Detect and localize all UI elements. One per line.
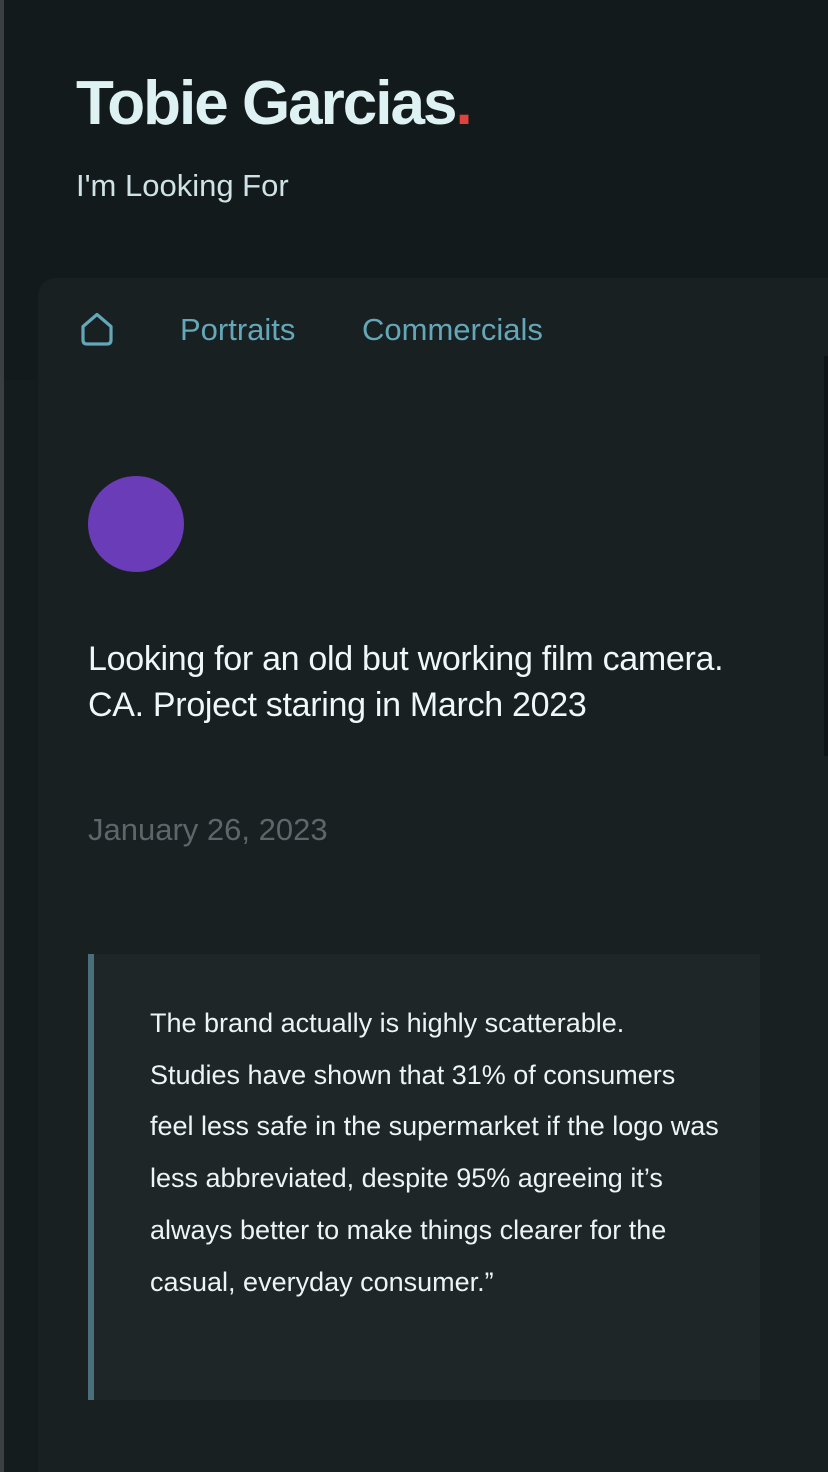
avatar[interactable] [88, 476, 184, 572]
home-icon[interactable] [78, 310, 116, 348]
site-title-text: Tobie Garcias [76, 69, 457, 138]
post-title[interactable]: Looking for an old but working film came… [88, 636, 728, 728]
category-nav: Portraits Commercials [38, 278, 828, 382]
site-subtitle: I'm Looking For [76, 168, 289, 203]
nav-link-portraits[interactable]: Portraits [180, 310, 295, 350]
site-title[interactable]: Tobie Garcias. [76, 64, 473, 144]
post-date: January 26, 2023 [88, 812, 328, 847]
scrollbar-track[interactable] [824, 356, 828, 756]
post-quote: The brand actually is highly scatterable… [88, 954, 760, 1400]
nav-link-commercials[interactable]: Commercials [362, 310, 543, 350]
title-accent-dot: . [455, 69, 472, 138]
quote-text: The brand actually is highly scatterable… [150, 1008, 719, 1297]
